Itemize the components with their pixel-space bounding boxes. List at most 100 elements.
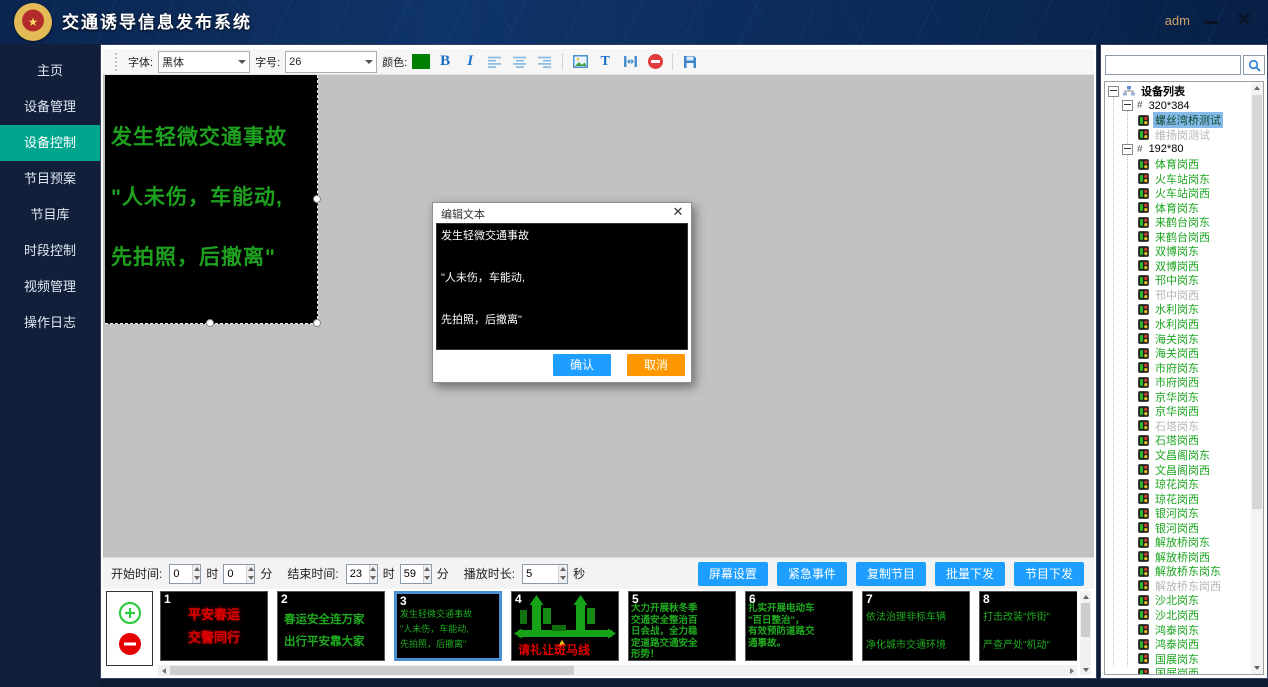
collapse-icon[interactable] <box>1122 144 1133 155</box>
fontsize-select[interactable]: 26 <box>285 51 377 73</box>
scroll-up-arrow[interactable] <box>1251 82 1263 94</box>
cancel-button[interactable]: 取消 <box>627 354 685 376</box>
scroll-down-arrow[interactable] <box>1080 664 1091 675</box>
align-left-button[interactable] <box>485 52 505 72</box>
color-swatch[interactable] <box>412 54 430 69</box>
collapse-icon[interactable] <box>1108 86 1119 97</box>
scroll-down-arrow[interactable] <box>1251 662 1263 674</box>
scrollbar-thumb[interactable] <box>1252 95 1262 509</box>
start-minute-stepper[interactable] <box>223 564 255 584</box>
tree-row-14[interactable]: 邗中岗西 <box>1108 288 1250 303</box>
sidebar-item-2[interactable]: 设备控制 <box>0 125 100 161</box>
stepper-down[interactable] <box>370 574 377 583</box>
tree-row-10[interactable]: 来鹤台岗西 <box>1108 229 1250 244</box>
tree-row-30[interactable]: 银河岗西 <box>1108 520 1250 535</box>
tree-row-28[interactable]: 琼花岗西 <box>1108 491 1250 506</box>
duration-stepper[interactable] <box>522 564 568 584</box>
tree-row-29[interactable]: 银河岗东 <box>1108 506 1250 521</box>
insert-text-button[interactable]: T <box>595 52 615 72</box>
tree-row-19[interactable]: 市府岗东 <box>1108 360 1250 375</box>
sidebar-item-5[interactable]: 时段控制 <box>0 233 100 269</box>
collapse-icon[interactable] <box>1122 100 1133 111</box>
stepper-down[interactable] <box>559 574 567 583</box>
action-button-2[interactable]: 复制节目 <box>856 562 926 586</box>
end-hour-input[interactable] <box>347 565 369 583</box>
program-thumbnail-6[interactable]: 6扎实开展电动车"百日整治"，有效预防道路交通事故。 <box>745 591 853 661</box>
device-search-input[interactable] <box>1105 55 1241 75</box>
device-search-button[interactable] <box>1243 55 1265 75</box>
tree-row-17[interactable]: 海关岗东 <box>1108 331 1250 346</box>
tree-row-1[interactable]: #320*384 <box>1108 99 1250 114</box>
italic-button[interactable]: I <box>460 52 480 72</box>
horizontal-scrollbar[interactable] <box>158 665 1077 676</box>
tree-row-23[interactable]: 石塔岗东 <box>1108 419 1250 434</box>
program-thumbnail-2[interactable]: 2春运安全连万家出行平安靠大家 <box>277 591 385 661</box>
tree-row-39[interactable]: 国展岗东 <box>1108 651 1250 666</box>
program-thumbnail-1[interactable]: 1平安春运交警同行 <box>160 591 268 661</box>
tree-row-7[interactable]: 火车站岗西 <box>1108 186 1250 201</box>
start-hour-input[interactable] <box>170 565 192 583</box>
stepper-up[interactable] <box>247 565 254 574</box>
add-program-button[interactable] <box>118 601 142 625</box>
stepper-up[interactable] <box>370 565 377 574</box>
vertical-scrollbar[interactable] <box>1080 591 1091 675</box>
confirm-button[interactable]: 确认 <box>553 354 611 376</box>
scrollbar-thumb[interactable] <box>170 666 574 675</box>
stepper-down[interactable] <box>247 574 254 583</box>
action-button-1[interactable]: 紧急事件 <box>777 562 847 586</box>
tree-row-9[interactable]: 来鹤台岗东 <box>1108 215 1250 230</box>
bold-button[interactable]: B <box>435 52 455 72</box>
stepper-up[interactable] <box>424 565 431 574</box>
stepper-up[interactable] <box>193 565 200 574</box>
scrollbar-thumb[interactable] <box>1081 603 1090 637</box>
stop-button[interactable] <box>645 52 665 72</box>
sidebar-item-1[interactable]: 设备管理 <box>0 89 100 125</box>
tree-row-3[interactable]: 维扬岗测试 <box>1108 128 1250 143</box>
close-button[interactable]: ✕ <box>1234 8 1254 32</box>
dialog-close-icon[interactable]: ✕ <box>671 204 685 220</box>
start-hour-stepper[interactable] <box>169 564 201 584</box>
stepper-down[interactable] <box>193 574 200 583</box>
tree-row-12[interactable]: 双博岗西 <box>1108 259 1250 274</box>
tree-row-24[interactable]: 石塔岗西 <box>1108 433 1250 448</box>
tree-row-22[interactable]: 京华岗西 <box>1108 404 1250 419</box>
tree-row-27[interactable]: 琼花岗东 <box>1108 477 1250 492</box>
program-thumbnail-8[interactable]: 8打击改装"炸街"严查严处"机动" <box>979 591 1077 661</box>
tree-row-16[interactable]: 水利岗西 <box>1108 317 1250 332</box>
resize-handle-corner[interactable] <box>313 319 321 327</box>
tree-row-4[interactable]: #192*80 <box>1108 142 1250 157</box>
program-thumbnail-3[interactable]: 3发生轻微交通事故"人未伤，车能动,先拍照，后撤离" <box>394 591 502 661</box>
tree-row-15[interactable]: 水利岗东 <box>1108 302 1250 317</box>
tree-row-20[interactable]: 市府岗西 <box>1108 375 1250 390</box>
tree-row-8[interactable]: 体育岗东 <box>1108 200 1250 215</box>
dialog-textarea[interactable]: 发生轻微交通事故 "人未伤，车能动, 先拍照，后撤离" <box>436 223 688 350</box>
sidebar-item-6[interactable]: 视频管理 <box>0 269 100 305</box>
tree-row-25[interactable]: 文昌阁岗东 <box>1108 448 1250 463</box>
marquee-button[interactable] <box>620 52 640 72</box>
tree-row-6[interactable]: 火车站岗东 <box>1108 171 1250 186</box>
minimize-button[interactable] <box>1204 12 1220 28</box>
tree-row-13[interactable]: 邗中岗东 <box>1108 273 1250 288</box>
start-minute-input[interactable] <box>224 565 246 583</box>
stepper-down[interactable] <box>424 574 431 583</box>
tree-row-0[interactable]: 设备列表 <box>1108 84 1250 99</box>
tree-row-31[interactable]: 解放桥岗东 <box>1108 535 1250 550</box>
resize-handle-right[interactable] <box>313 195 321 203</box>
resize-handle-bottom[interactable] <box>206 319 214 327</box>
action-button-3[interactable]: 批量下发 <box>935 562 1005 586</box>
sidebar-item-0[interactable]: 主页 <box>0 53 100 89</box>
stepper-up[interactable] <box>559 565 567 574</box>
tree-row-33[interactable]: 解放桥东岗东 <box>1108 564 1250 579</box>
tree-row-38[interactable]: 鸿泰岗西 <box>1108 637 1250 652</box>
insert-image-button[interactable] <box>570 52 590 72</box>
tree-row-18[interactable]: 海关岗西 <box>1108 346 1250 361</box>
tree-row-11[interactable]: 双博岗东 <box>1108 244 1250 259</box>
tree-row-21[interactable]: 京华岗东 <box>1108 389 1250 404</box>
program-thumbnail-7[interactable]: 7依法治理非标车辆净化城市交通环境 <box>862 591 970 661</box>
tree-row-5[interactable]: 体育岗西 <box>1108 157 1250 172</box>
action-button-0[interactable]: 屏幕设置 <box>698 562 768 586</box>
align-right-button[interactable] <box>535 52 555 72</box>
tree-row-35[interactable]: 沙北岗东 <box>1108 593 1250 608</box>
program-thumbnail-4[interactable]: 4 请礼让斑马线 <box>511 591 619 661</box>
tree-row-40[interactable]: 国展岗西 <box>1108 666 1250 675</box>
